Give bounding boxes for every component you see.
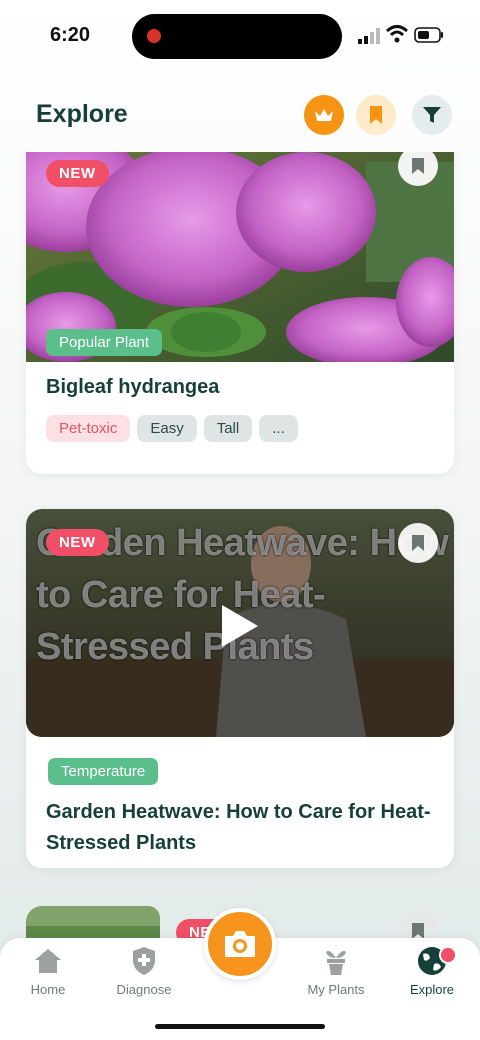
- save-bookmark-button[interactable]: [398, 911, 438, 938]
- bookmark-icon: [412, 158, 424, 174]
- new-badge: NEW: [46, 160, 109, 187]
- wifi-icon: [386, 25, 408, 43]
- new-badge: NEW: [46, 529, 109, 556]
- bookmark-icon: [412, 535, 424, 551]
- home-icon: [35, 949, 61, 973]
- tab-my-plants[interactable]: My Plants: [291, 944, 381, 997]
- premium-button[interactable]: [304, 95, 344, 135]
- tag-pet-toxic: Pet-toxic: [46, 415, 131, 442]
- category-pill: Temperature: [48, 758, 159, 785]
- video-thumbnail[interactable]: Garden Heatwave: How to Care for Heat-St…: [26, 509, 454, 737]
- video-card[interactable]: Garden Heatwave: How to Care for Heat-St…: [26, 509, 454, 868]
- dynamic-island: [132, 14, 342, 59]
- tab-label: Explore: [409, 982, 455, 997]
- tab-home[interactable]: Home: [3, 944, 93, 997]
- tag-tall: Tall: [203, 415, 253, 442]
- tab-label: Home: [30, 982, 66, 997]
- tab-diagnose[interactable]: Diagnose: [99, 944, 189, 997]
- plant-image: NEW Popular Plant: [26, 152, 454, 362]
- cellular-signal-icon: [358, 28, 380, 44]
- save-bookmark-button[interactable]: [398, 523, 438, 563]
- home-indicator: [155, 1024, 325, 1029]
- tag-easy: Easy: [137, 415, 197, 442]
- recording-indicator: [147, 29, 161, 43]
- plant-card[interactable]: NEW Popular Plant Bigleaf hydrangea Pet-…: [26, 152, 454, 474]
- scan-camera-button[interactable]: [204, 908, 276, 980]
- status-bar: 6:20: [0, 0, 480, 70]
- tab-label: Diagnose: [116, 982, 172, 997]
- card-title: Bigleaf hydrangea: [46, 376, 220, 398]
- header: Explore: [0, 90, 480, 142]
- crown-icon: [315, 109, 333, 121]
- card-title: Garden Heatwave: How to Care for Heat-St…: [46, 801, 431, 854]
- tag-list: Pet-toxic Easy Tall ...: [46, 415, 298, 442]
- explore-feed[interactable]: NEW Popular Plant Bigleaf hydrangea Pet-…: [0, 152, 480, 938]
- tab-label: My Plants: [307, 982, 365, 997]
- bookmark-icon: [412, 923, 424, 938]
- camera-icon: [225, 931, 255, 957]
- filter-button[interactable]: [412, 95, 452, 135]
- battery-icon: [414, 27, 443, 43]
- play-icon[interactable]: [222, 605, 258, 647]
- tag-more: ...: [259, 415, 298, 442]
- filter-icon: [423, 107, 441, 123]
- bookmark-icon: [370, 106, 382, 124]
- category-pill: Popular Plant: [46, 329, 163, 356]
- notification-dot: [439, 946, 457, 964]
- plant-thumbnail: [26, 906, 160, 938]
- tab-explore[interactable]: Explore: [387, 944, 477, 997]
- potted-plant-icon: [326, 950, 346, 975]
- saved-button[interactable]: [356, 95, 396, 135]
- page-title: Explore: [36, 100, 128, 128]
- shield-plus-icon: [133, 947, 155, 975]
- status-time: 6:20: [50, 24, 91, 46]
